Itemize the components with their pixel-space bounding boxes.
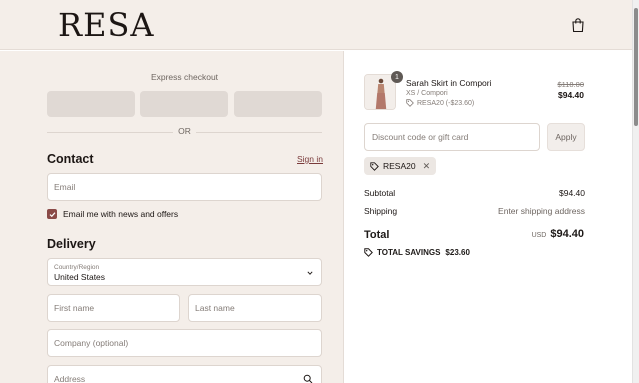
- total-label: Total: [364, 229, 390, 241]
- search-icon: [303, 374, 313, 383]
- contact-heading: Contact: [47, 152, 94, 166]
- first-name-field[interactable]: First name: [47, 294, 180, 322]
- first-name-placeholder: First name: [54, 303, 95, 313]
- applied-discount-chip: RESA20 ✕: [364, 157, 437, 175]
- tag-icon: [406, 99, 414, 107]
- tag-icon: [370, 161, 379, 171]
- brand-logo[interactable]: RESA: [58, 6, 154, 44]
- product-name: Sarah Skirt in Compori: [406, 78, 492, 88]
- site-header: RESA: [0, 0, 632, 50]
- email-placeholder: Email: [54, 182, 76, 192]
- or-label: OR: [174, 126, 195, 136]
- company-placeholder: Company (optional): [54, 338, 129, 348]
- address-field[interactable]: Address: [47, 365, 322, 383]
- country-select[interactable]: Country/Region United States: [47, 258, 322, 286]
- shipping-row: Shipping Enter shipping address: [364, 206, 585, 216]
- product-variant: XS / Compori: [406, 90, 448, 97]
- apply-button[interactable]: Apply: [547, 123, 585, 151]
- tag-icon: [364, 248, 373, 257]
- total-savings: TOTAL SAVINGS $23.60: [364, 248, 470, 257]
- remove-discount-icon[interactable]: ✕: [423, 161, 431, 172]
- express-pay-button-1[interactable]: [47, 91, 135, 117]
- discount-code-input[interactable]: Discount code or gift card: [364, 123, 540, 151]
- product-discount-text: RESA20 (-$23.60): [417, 99, 475, 107]
- total-value: USD $94.40: [532, 228, 584, 240]
- applied-code: RESA20: [383, 161, 416, 171]
- chevron-down-icon: [307, 271, 313, 275]
- checkout-form-panel: Express checkout OR Contact Sign in Emai…: [0, 51, 343, 383]
- subtotal-label: Subtotal: [364, 188, 396, 198]
- savings-value: $23.60: [445, 248, 470, 257]
- express-checkout-title: Express checkout: [150, 72, 219, 82]
- country-value: United States: [54, 271, 106, 282]
- shipping-label: Shipping: [364, 206, 398, 216]
- savings-label: TOTAL SAVINGS: [377, 248, 441, 257]
- scrollbar-thumb[interactable]: [634, 8, 638, 126]
- newsletter-label: Email me with news and offers: [63, 209, 179, 219]
- newsletter-checkbox[interactable]: [47, 209, 57, 219]
- discount-placeholder: Discount code or gift card: [372, 132, 469, 142]
- country-label: Country/Region: [54, 263, 100, 271]
- subtotal-row: Subtotal $94.40: [364, 188, 585, 198]
- express-pay-button-2[interactable]: [140, 91, 228, 117]
- total-amount: $94.40: [550, 228, 584, 240]
- delivery-heading: Delivery: [47, 237, 96, 251]
- subtotal-value: $94.40: [559, 188, 585, 198]
- price-original: $118.00: [557, 80, 584, 89]
- last-name-placeholder: Last name: [195, 303, 235, 313]
- shipping-value: Enter shipping address: [498, 206, 585, 216]
- newsletter-checkbox-row[interactable]: Email me with news and offers: [47, 209, 178, 219]
- product-discount: RESA20 (-$23.60): [406, 99, 474, 107]
- shopping-bag-icon[interactable]: [571, 17, 585, 33]
- sign-in-link[interactable]: Sign in: [297, 154, 323, 164]
- order-summary-panel: 1 Sarah Skirt in Compori XS / Compori RE…: [343, 51, 632, 383]
- currency-code: USD: [531, 232, 547, 239]
- address-placeholder: Address: [54, 374, 86, 383]
- page-scrollbar[interactable]: [632, 0, 639, 383]
- email-field[interactable]: Email: [47, 173, 322, 201]
- checkmark-icon: [49, 211, 55, 217]
- last-name-field[interactable]: Last name: [188, 294, 322, 322]
- express-pay-button-3[interactable]: [234, 91, 322, 117]
- price-current: $94.40: [558, 90, 584, 100]
- quantity-badge: 1: [391, 71, 403, 83]
- company-field[interactable]: Company (optional): [47, 329, 322, 357]
